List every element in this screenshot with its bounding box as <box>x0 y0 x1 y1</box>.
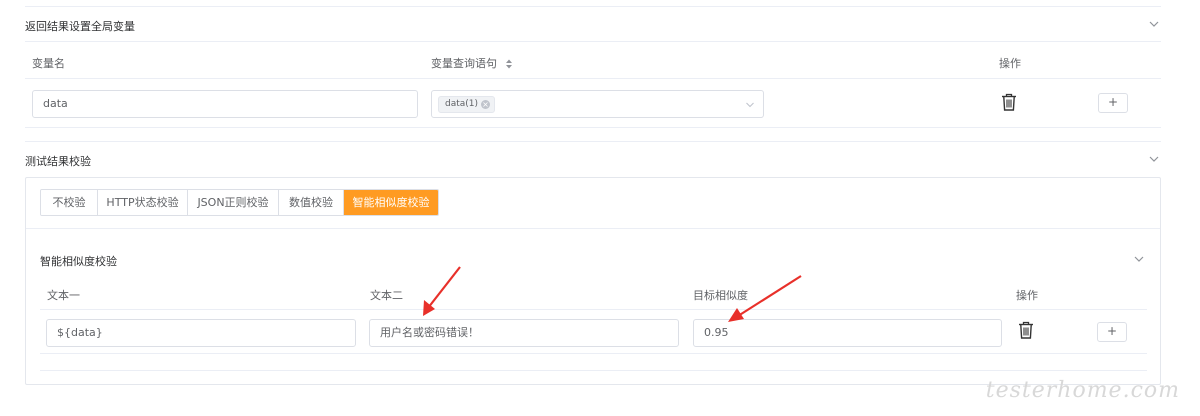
col-header-target: 目标相似度 <box>693 289 748 302</box>
col-header-text1: 文本一 <box>47 289 80 302</box>
var-name-input[interactable]: data <box>32 90 418 118</box>
chevron-down-icon[interactable] <box>1148 153 1160 165</box>
chevron-down-icon[interactable] <box>745 100 755 110</box>
tab-numeric[interactable]: 数值校验 <box>279 190 344 215</box>
table-header-divider <box>25 78 1161 79</box>
col-header-query[interactable]: 变量查询语句 <box>431 55 513 71</box>
add-row-button[interactable]: + <box>1098 93 1128 113</box>
result-check-title: 测试结果校验 <box>25 155 91 168</box>
divider <box>25 141 1161 142</box>
col-header-action: 操作 <box>999 57 1021 70</box>
text2-input[interactable]: 用户名或密码错误！ <box>369 319 679 347</box>
chevron-down-icon[interactable] <box>1133 253 1145 265</box>
chevron-down-icon[interactable] <box>1148 18 1160 30</box>
tab-json-regex[interactable]: JSON正则校验 <box>188 190 279 215</box>
col-header-var-name: 变量名 <box>32 57 65 70</box>
divider <box>25 127 1161 128</box>
section-divider <box>25 6 1161 7</box>
global-vars-title: 返回结果设置全局变量 <box>25 20 135 33</box>
similarity-title: 智能相似度校验 <box>40 255 117 268</box>
tag-close-icon[interactable]: × <box>481 100 491 109</box>
table-header-divider <box>40 309 1147 310</box>
divider <box>26 228 1160 229</box>
sort-icon[interactable] <box>505 59 513 69</box>
col-header-action: 操作 <box>1016 289 1038 302</box>
text1-input[interactable]: ${data} <box>46 319 356 347</box>
divider <box>40 370 1147 371</box>
query-tag: data(1) × <box>438 96 496 113</box>
query-select[interactable]: data(1) × <box>431 90 764 118</box>
trash-icon[interactable] <box>1001 93 1017 111</box>
tab-http-status[interactable]: HTTP状态校验 <box>98 190 188 215</box>
tab-no-check[interactable]: 不校验 <box>41 190 98 215</box>
query-tag-label: data(1) <box>445 99 479 109</box>
trash-icon[interactable] <box>1018 321 1034 339</box>
target-similarity-input[interactable]: 0.95 <box>693 319 1002 347</box>
check-type-tabs: 不校验 HTTP状态校验 JSON正则校验 数值校验 智能相似度校验 <box>40 189 439 216</box>
tab-similarity[interactable]: 智能相似度校验 <box>344 190 438 215</box>
watermark: testerhome.com <box>985 378 1180 403</box>
col-header-text2: 文本二 <box>370 289 403 302</box>
add-row-button[interactable]: + <box>1097 322 1127 342</box>
divider <box>40 353 1147 354</box>
divider <box>25 41 1161 42</box>
col-header-query-label: 变量查询语句 <box>431 57 497 70</box>
